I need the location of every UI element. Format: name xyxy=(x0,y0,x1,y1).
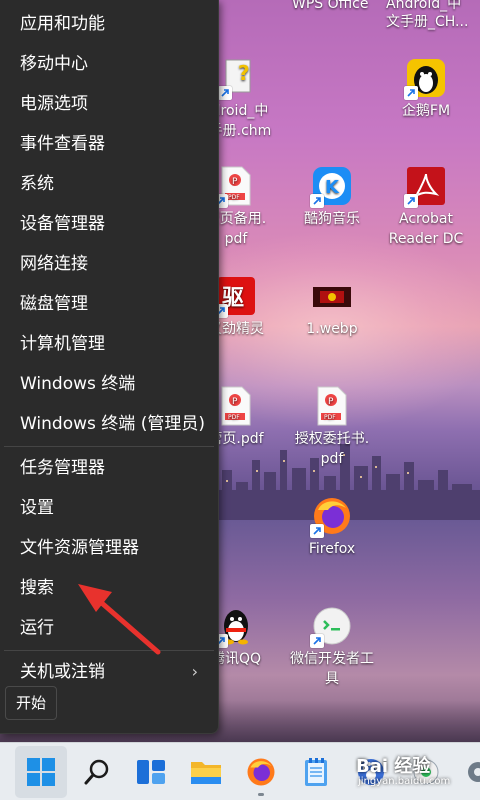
chevron-right-icon: › xyxy=(191,662,198,681)
pdf-file-icon: P PDF xyxy=(216,386,256,426)
desktop-icon-label: 授权委托书. pdf xyxy=(294,431,370,467)
taskbar-file-explorer-button[interactable] xyxy=(180,746,232,798)
notepad-icon xyxy=(305,758,327,786)
desktop-icon-label: 微信开发者工 具 xyxy=(290,651,374,687)
menu-item-search[interactable]: 搜索 xyxy=(0,568,218,608)
svg-text:PDF: PDF xyxy=(324,414,336,421)
svg-text:P: P xyxy=(328,397,334,407)
start-tooltip: 开始 xyxy=(5,686,58,720)
svg-text:?: ? xyxy=(238,61,250,85)
top-label-wps: WPS Office xyxy=(292,0,369,12)
watermark-url: jingyan.baidu.com xyxy=(358,776,451,787)
chm-help-icon: ? xyxy=(218,58,260,100)
firefox-icon xyxy=(247,758,275,786)
qq-icon xyxy=(214,606,256,648)
taskbar-firefox-button[interactable] xyxy=(235,746,287,798)
menu-item-windows-terminal-admin[interactable]: Windows 终端 (管理员) xyxy=(0,404,218,444)
desktop-icon-pdf-3[interactable]: P PDF 授权委托书. pdf xyxy=(282,386,382,469)
menu-item-windows-terminal[interactable]: Windows 终端 xyxy=(0,364,218,404)
acrobat-reader-icon xyxy=(404,166,446,208)
taskbar-notepad-button[interactable] xyxy=(290,746,342,798)
shortcut-arrow-icon xyxy=(218,86,232,100)
firefox-icon xyxy=(310,496,352,538)
widgets-icon xyxy=(137,760,165,784)
desktop-icon-label: Firefox xyxy=(308,541,356,557)
taskbar-search-button[interactable] xyxy=(71,746,123,798)
file-explorer-icon xyxy=(191,762,221,784)
desktop-icon-acrobat[interactable]: Acrobat Reader DC xyxy=(376,166,476,249)
desktop-icon-wechat-devtools[interactable]: 微信开发者工 具 xyxy=(282,606,382,689)
watermark-text: Bai 经验 xyxy=(356,756,431,777)
svg-text:K: K xyxy=(325,177,340,198)
shortcut-arrow-icon xyxy=(310,634,324,648)
desktop-icon-kugou[interactable]: K 酷狗音乐 xyxy=(282,166,382,229)
taskbar-widgets-button[interactable] xyxy=(125,746,177,798)
kugou-music-icon: K xyxy=(310,166,352,208)
search-icon xyxy=(84,759,109,785)
baidu-watermark: Bai 经验 jingyan.baidu.com xyxy=(346,748,480,796)
windows-start-icon xyxy=(27,758,55,786)
menu-separator xyxy=(4,446,214,447)
desktop-icon-webp[interactable]: 1.webp xyxy=(282,276,382,339)
pdf-file-icon: P PDF xyxy=(312,386,352,426)
wechat-devtools-icon xyxy=(310,606,352,648)
top-label-android-2: 文手册_CH... xyxy=(386,14,469,30)
menu-separator xyxy=(4,650,214,651)
menu-item-file-explorer[interactable]: 文件资源管理器 xyxy=(0,528,218,568)
menu-item-power-options[interactable]: 电源选项 xyxy=(0,84,218,124)
pdf-file-icon: P PDF xyxy=(214,166,256,208)
menu-item-system[interactable]: 系统 xyxy=(0,164,218,204)
shortcut-arrow-icon xyxy=(404,194,418,208)
menu-item-run[interactable]: 运行 xyxy=(0,608,218,648)
menu-item-apps-features[interactable]: 应用和功能 xyxy=(0,4,218,44)
svg-text:P: P xyxy=(232,397,238,407)
image-file-icon xyxy=(312,276,352,316)
svg-text:PDF: PDF xyxy=(228,414,240,421)
svg-text:PDF: PDF xyxy=(228,194,240,201)
desktop-icon-label: 酷狗音乐 xyxy=(304,211,360,227)
desktop-icon-penguin-fm[interactable]: 企鹅FM xyxy=(376,58,476,121)
svg-text:P: P xyxy=(232,177,238,187)
desktop-icon-label: 1.webp xyxy=(306,321,358,337)
shortcut-arrow-icon xyxy=(310,194,324,208)
start-button[interactable] xyxy=(15,746,67,798)
winx-context-menu: 应用和功能 移动中心 电源选项 事件查看器 系统 设备管理器 网络连接 磁盘管理… xyxy=(0,0,219,734)
shortcut-arrow-icon xyxy=(404,86,418,100)
penguin-fm-icon xyxy=(404,58,446,100)
red-app-icon: 驱 xyxy=(214,276,256,318)
menu-item-task-manager[interactable]: 任务管理器 xyxy=(0,448,218,488)
menu-item-settings[interactable]: 设置 xyxy=(0,488,218,528)
shortcut-arrow-icon xyxy=(310,524,324,538)
menu-item-network-connections[interactable]: 网络连接 xyxy=(0,244,218,284)
menu-item-computer-management[interactable]: 计算机管理 xyxy=(0,324,218,364)
desktop-icon-label: Acrobat Reader DC xyxy=(388,211,464,247)
running-indicator xyxy=(258,793,264,796)
menu-item-device-manager[interactable]: 设备管理器 xyxy=(0,204,218,244)
menu-item-disk-management[interactable]: 磁盘管理 xyxy=(0,284,218,324)
menu-item-mobility-center[interactable]: 移动中心 xyxy=(0,44,218,84)
desktop-icon-firefox[interactable]: Firefox xyxy=(282,496,382,559)
menu-item-label: 关机或注销 xyxy=(20,662,105,682)
desktop-icon-label: 企鹅FM xyxy=(401,103,451,119)
menu-item-event-viewer[interactable]: 事件查看器 xyxy=(0,124,218,164)
